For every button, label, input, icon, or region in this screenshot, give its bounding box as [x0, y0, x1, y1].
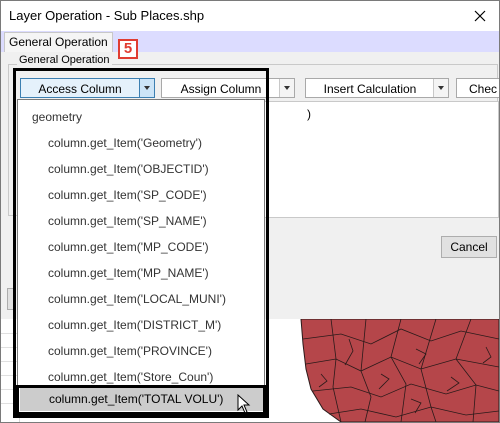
highlight-box-selected-item — [16, 385, 266, 415]
tab-strip: General Operation — [1, 31, 499, 53]
editor-text: ) — [307, 107, 311, 121]
tab-general-operation[interactable]: General Operation — [4, 32, 113, 53]
insert-calculation-label: Insert Calculation — [323, 82, 417, 96]
insert-calculation-dropdown[interactable]: Insert Calculation — [305, 78, 449, 98]
step-badge: 5 — [118, 39, 138, 59]
chevron-down-icon[interactable] — [279, 79, 294, 97]
close-icon[interactable] — [471, 7, 489, 25]
check-dropdown[interactable]: Chec — [456, 78, 499, 98]
dialog-window: Layer Operation - Sub Places.shp General… — [0, 0, 500, 423]
title-bar: Layer Operation - Sub Places.shp — [1, 1, 499, 31]
group-label: General Operation — [17, 54, 112, 66]
window-title: Layer Operation - Sub Places.shp — [9, 8, 205, 23]
mouse-pointer-icon — [237, 394, 251, 414]
highlight-box-dropdown — [13, 68, 269, 418]
map-polygons — [300, 319, 499, 422]
chevron-down-icon[interactable] — [433, 79, 448, 97]
cancel-button[interactable]: Cancel — [441, 236, 497, 258]
check-label: Chec — [469, 82, 498, 96]
